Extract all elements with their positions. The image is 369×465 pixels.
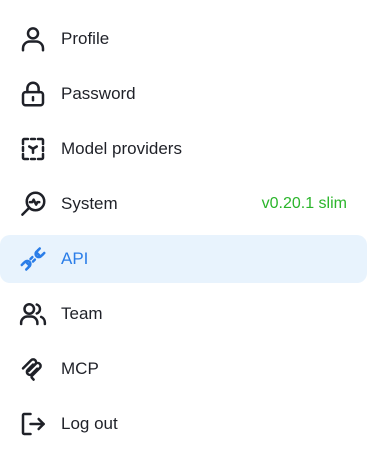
menu-item-team[interactable]: Team — [0, 290, 367, 338]
user-icon — [18, 24, 48, 54]
team-icon — [18, 299, 48, 329]
menu-item-label: Password — [61, 84, 136, 103]
menu-item-password[interactable]: Password — [0, 70, 367, 118]
mcp-icon — [18, 354, 48, 384]
menu-item-label: System — [61, 194, 118, 213]
menu-item-logout[interactable]: Log out — [0, 400, 367, 448]
menu-item-mcp[interactable]: MCP — [0, 345, 367, 393]
menu-item-label: Log out — [61, 414, 118, 433]
version-label: v0.20.1 slim — [261, 195, 347, 212]
menu-item-api[interactable]: API — [0, 235, 367, 283]
system-pulse-icon — [18, 189, 48, 219]
settings-menu: Profile Password Model providers System … — [0, 0, 369, 465]
menu-item-label: MCP — [61, 359, 99, 378]
plug-icon — [18, 244, 48, 274]
logout-icon — [18, 409, 48, 439]
menu-item-profile[interactable]: Profile — [0, 15, 367, 63]
menu-item-label: API — [61, 249, 89, 268]
menu-item-label: Profile — [61, 29, 110, 48]
lock-icon — [18, 79, 48, 109]
model-box-icon — [18, 134, 48, 164]
menu-item-system[interactable]: System v0.20.1 slim — [0, 180, 367, 228]
menu-item-label: Team — [61, 304, 103, 323]
menu-item-model-providers[interactable]: Model providers — [0, 125, 367, 173]
menu-item-label: Model providers — [61, 139, 182, 158]
